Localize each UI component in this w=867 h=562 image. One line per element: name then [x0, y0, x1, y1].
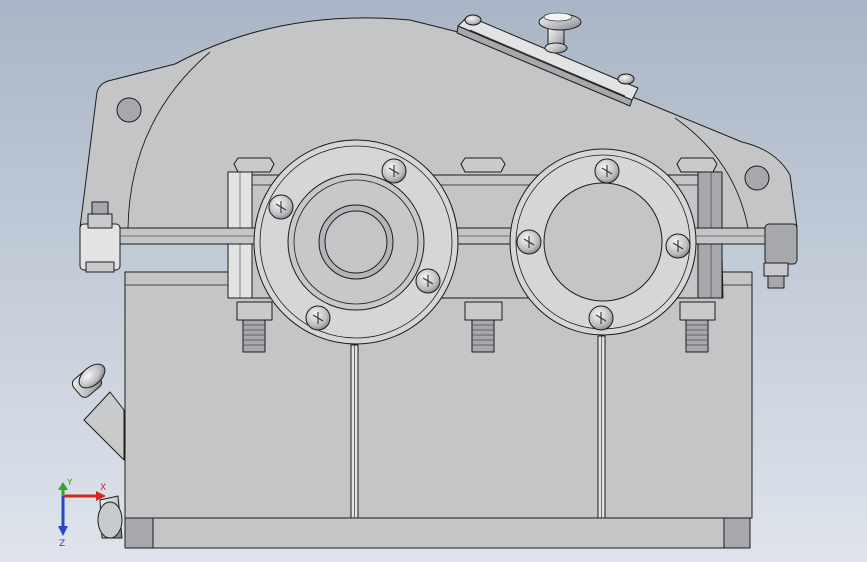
gearbox-model-view[interactable]: X Y Z — [0, 0, 867, 562]
housing-rib-left — [350, 344, 359, 519]
triad-y-label: Y — [66, 478, 73, 488]
base-foot-right — [723, 517, 751, 549]
flange-boss-right — [764, 223, 798, 265]
base-plate[interactable] — [124, 517, 751, 549]
cad-viewport[interactable]: X Y Z — [0, 0, 867, 562]
end-stud-right — [763, 262, 789, 289]
triad-x-label: X — [100, 483, 106, 493]
triad-z-label: Z — [59, 539, 65, 549]
housing-rib-right — [597, 335, 606, 519]
drain-plug[interactable] — [97, 495, 123, 539]
bearing-cap-large[interactable] — [253, 139, 459, 345]
base-foot-left — [124, 517, 154, 549]
lifting-hole-left — [116, 97, 142, 123]
lifting-hole-right — [744, 165, 770, 191]
